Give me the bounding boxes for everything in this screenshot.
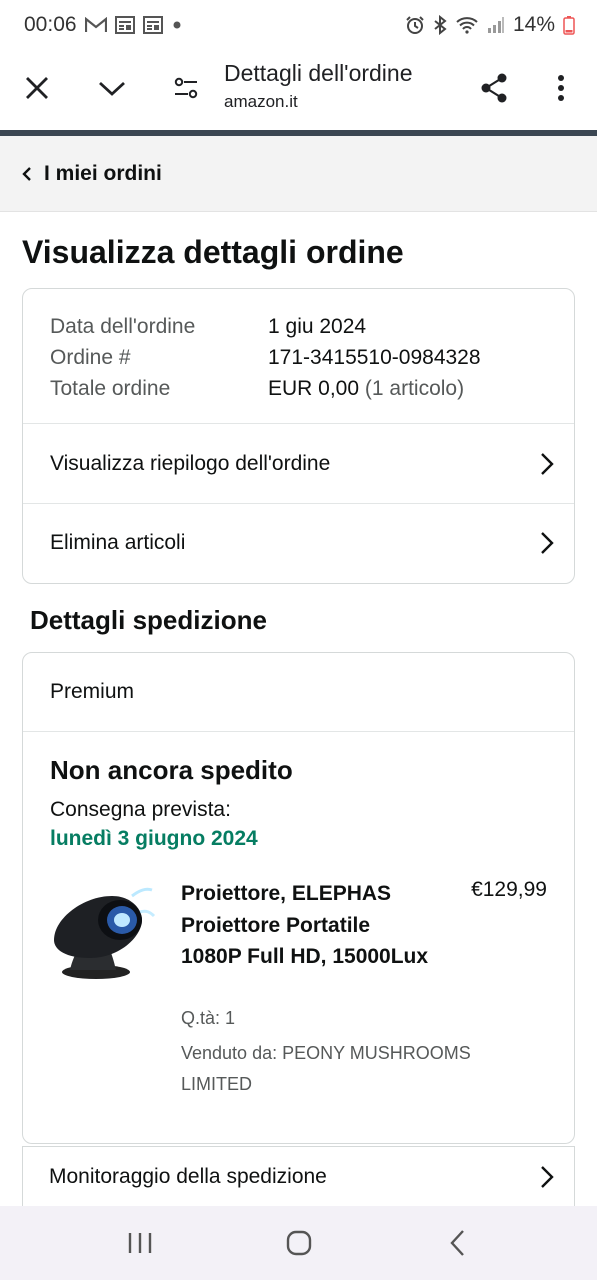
url-text: amazon.it — [224, 92, 298, 111]
order-number-value: 171-3415510-0984328 — [268, 346, 481, 369]
battery-percent: 14% — [512, 13, 555, 36]
order-item-count: (1 articolo) — [364, 377, 465, 400]
delivery-date: lunedì 3 giugno 2024 — [50, 827, 258, 850]
product-title[interactable]: Proiettore, ELEPHAS Proiettore Portatile… — [181, 878, 431, 973]
order-total-value: EUR 0,00 — [268, 377, 360, 400]
order-total-wrap: EUR 0,00 (1 articolo) — [268, 373, 464, 404]
shipment-body: Non ancora spedito Consegna prevista: lu… — [23, 732, 574, 1118]
gmail-icon — [84, 17, 107, 32]
shipping-method: Premium — [23, 653, 574, 732]
order-summary-link[interactable]: Visualizza riepilogo dell'ordine — [23, 424, 574, 503]
news-icon — [114, 16, 135, 34]
site-settings-button[interactable] — [162, 64, 210, 112]
shipment-card: Premium Non ancora spedito Consegna prev… — [22, 652, 575, 1144]
order-info: Data dell'ordine 1 giu 2024 Ordine # 171… — [23, 289, 574, 424]
back-to-orders-label: I miei ordini — [44, 161, 162, 185]
bluetooth-icon — [434, 15, 447, 35]
minimize-button[interactable] — [88, 64, 136, 112]
order-total-row: Totale ordine EUR 0,00 (1 articolo) — [50, 373, 574, 404]
order-item: Proiettore, ELEPHAS Proiettore Portatile… — [50, 878, 547, 1118]
site-settings-icon — [174, 77, 198, 99]
order-summary-link-label: Visualizza riepilogo dell'ordine — [50, 451, 331, 475]
back-button[interactable] — [428, 1213, 488, 1273]
product-quantity: Q.tà: 1 — [181, 1008, 236, 1028]
wifi-icon — [456, 17, 478, 34]
news-icon — [142, 16, 163, 34]
tracking-link-label: Monitoraggio della spedizione — [49, 1164, 327, 1188]
system-nav-bar — [0, 1206, 597, 1280]
order-date-value: 1 giu 2024 — [268, 315, 367, 338]
chevron-right-icon — [541, 1165, 554, 1188]
status-bar-left: 00:06 — [24, 13, 183, 37]
status-bar: 00:06 14% — [0, 0, 597, 50]
close-icon — [26, 77, 48, 99]
order-total-label: Totale ordine — [50, 377, 171, 400]
back-icon — [449, 1230, 464, 1256]
order-number-label: Ordine # — [50, 346, 131, 369]
alarm-icon — [406, 16, 424, 34]
delivery-label: Consegna prevista: — [50, 798, 231, 821]
recents-button[interactable] — [110, 1213, 170, 1273]
order-date-label: Data dell'ordine — [50, 315, 196, 338]
status-bar-right: 14% — [405, 13, 575, 37]
browser-toolbar: Dettagli dell'ordine amazon.it — [0, 50, 597, 130]
page-info[interactable]: Dettagli dell'ordine amazon.it — [224, 60, 413, 112]
chevron-left-icon — [22, 166, 31, 181]
delete-items-link-label: Elimina articoli — [50, 531, 186, 554]
shipping-section-title: Dettagli spedizione — [30, 605, 267, 635]
close-tab-button[interactable] — [13, 64, 61, 112]
home-icon — [286, 1230, 311, 1256]
share-icon — [481, 73, 507, 103]
page-title: Visualizza dettagli ordine — [22, 234, 404, 270]
more-options-button[interactable] — [537, 64, 585, 112]
tab-title: Dettagli dell'ordine — [224, 60, 413, 86]
chevron-down-icon — [99, 81, 125, 96]
more-vert-icon — [558, 75, 564, 101]
order-number-row: Ordine # 171-3415510-0984328 — [50, 342, 574, 373]
battery-icon — [563, 16, 575, 35]
product-price: €129,99 — [471, 878, 547, 901]
back-to-orders-link[interactable]: I miei ordini — [0, 136, 597, 212]
signal-icon — [487, 17, 504, 33]
dot-icon — [173, 21, 181, 29]
share-button[interactable] — [470, 64, 518, 112]
recents-icon — [128, 1233, 151, 1253]
clock: 00:06 — [24, 13, 77, 36]
home-button[interactable] — [269, 1213, 329, 1273]
order-summary-card: Data dell'ordine 1 giu 2024 Ordine # 171… — [22, 288, 575, 584]
product-image[interactable] — [48, 882, 158, 982]
delete-items-link[interactable]: Elimina articoli — [23, 503, 574, 582]
product-seller: Venduto da: PEONY MUSHROOMS LIMITED — [181, 1043, 471, 1094]
tracking-link[interactable]: Monitoraggio della spedizione — [22, 1146, 575, 1206]
chevron-right-icon — [541, 532, 554, 554]
chevron-right-icon — [541, 452, 554, 475]
shipment-status: Non ancora spedito — [50, 755, 293, 785]
order-date-row: Data dell'ordine 1 giu 2024 — [50, 311, 574, 342]
